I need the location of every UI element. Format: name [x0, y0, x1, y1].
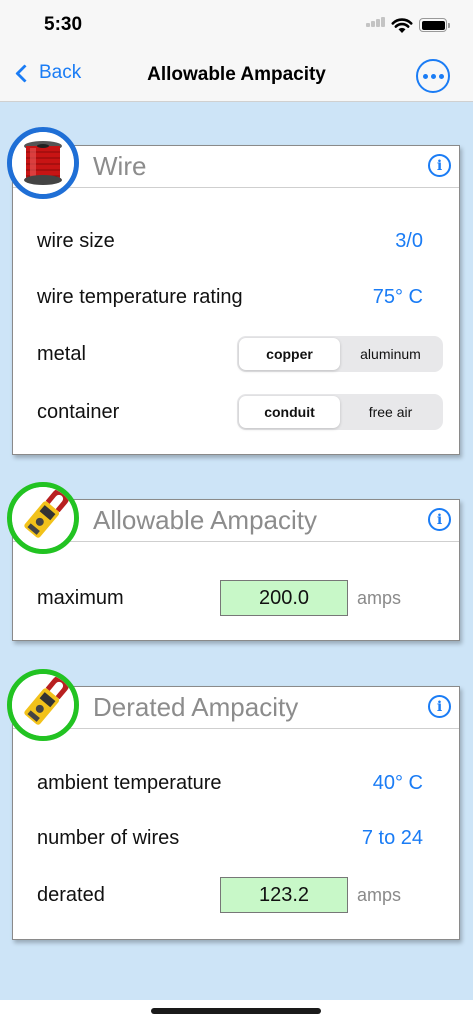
- metal-segmented-control[interactable]: copper aluminum: [237, 336, 443, 372]
- clamp-meter-icon: [7, 669, 79, 741]
- derated-unit: amps: [357, 885, 402, 905]
- status-time: 5:30: [44, 14, 83, 35]
- derated-label: derated: [37, 883, 105, 906]
- temp-rating-label: wire temperature rating: [37, 285, 243, 308]
- container-option-conduit[interactable]: conduit: [239, 396, 340, 428]
- wire-card: Wire i wire size 3/0 wire temperature ra…: [12, 145, 460, 455]
- battery-icon: [419, 18, 450, 32]
- number-of-wires-label: number of wires: [37, 826, 180, 849]
- more-icon: [422, 73, 428, 79]
- allowable-card-header: Allowable Ampacity i: [13, 500, 459, 542]
- metal-option-aluminum[interactable]: aluminum: [340, 338, 441, 370]
- allowable-info-button[interactable]: i: [428, 508, 451, 531]
- container-row: container conduit free air: [37, 392, 443, 432]
- number-of-wires-row[interactable]: number of wires 7 to 24: [37, 818, 443, 858]
- ambient-temperature-value[interactable]: 40° C: [373, 772, 423, 795]
- ambient-temperature-label: ambient temperature: [37, 771, 222, 794]
- wire-size-label: wire size: [37, 229, 115, 252]
- maximum-result: 200.0: [220, 580, 348, 616]
- clamp-meter-icon: [7, 482, 79, 554]
- temp-rating-value[interactable]: 75° C: [373, 286, 423, 309]
- nav-bar: Back Allowable Ampacity: [0, 50, 473, 102]
- derated-result: 123.2: [220, 877, 348, 913]
- derated-card-header: Derated Ampacity i: [13, 687, 459, 729]
- status-bar: 5:30: [0, 0, 473, 50]
- wire-card-title: Wire: [93, 151, 147, 181]
- metal-option-copper[interactable]: copper: [239, 338, 340, 370]
- temp-rating-row[interactable]: wire temperature rating 75° C: [37, 277, 443, 317]
- page-title: Allowable Ampacity: [147, 64, 326, 85]
- home-indicator[interactable]: [151, 1008, 321, 1014]
- maximum-label: maximum: [37, 586, 124, 609]
- wire-spool-icon: [7, 127, 79, 199]
- allowable-card-title: Allowable Ampacity: [93, 505, 317, 535]
- wire-info-button[interactable]: i: [428, 154, 451, 177]
- metal-row: metal copper aluminum: [37, 334, 443, 374]
- derated-card-title: Derated Ampacity: [93, 692, 299, 722]
- ambient-temperature-row[interactable]: ambient temperature 40° C: [37, 763, 443, 803]
- number-of-wires-value[interactable]: 7 to 24: [362, 827, 423, 850]
- metal-label: metal: [37, 342, 86, 365]
- wifi-icon: [391, 18, 413, 33]
- more-options-button[interactable]: [416, 59, 450, 93]
- maximum-unit: amps: [357, 588, 402, 608]
- allowable-ampacity-card: Allowable Ampacity i maximum 200.0 amps: [12, 499, 460, 641]
- container-label: container: [37, 400, 120, 423]
- wire-size-row[interactable]: wire size 3/0: [37, 221, 443, 261]
- container-segmented-control[interactable]: conduit free air: [237, 394, 443, 430]
- wire-size-value[interactable]: 3/0: [395, 230, 423, 253]
- container-option-free-air[interactable]: free air: [340, 396, 441, 428]
- wire-card-header: Wire i: [13, 146, 459, 188]
- derated-ampacity-card: Derated Ampacity i ambient temperature 4…: [12, 686, 460, 940]
- derated-info-button[interactable]: i: [428, 695, 451, 718]
